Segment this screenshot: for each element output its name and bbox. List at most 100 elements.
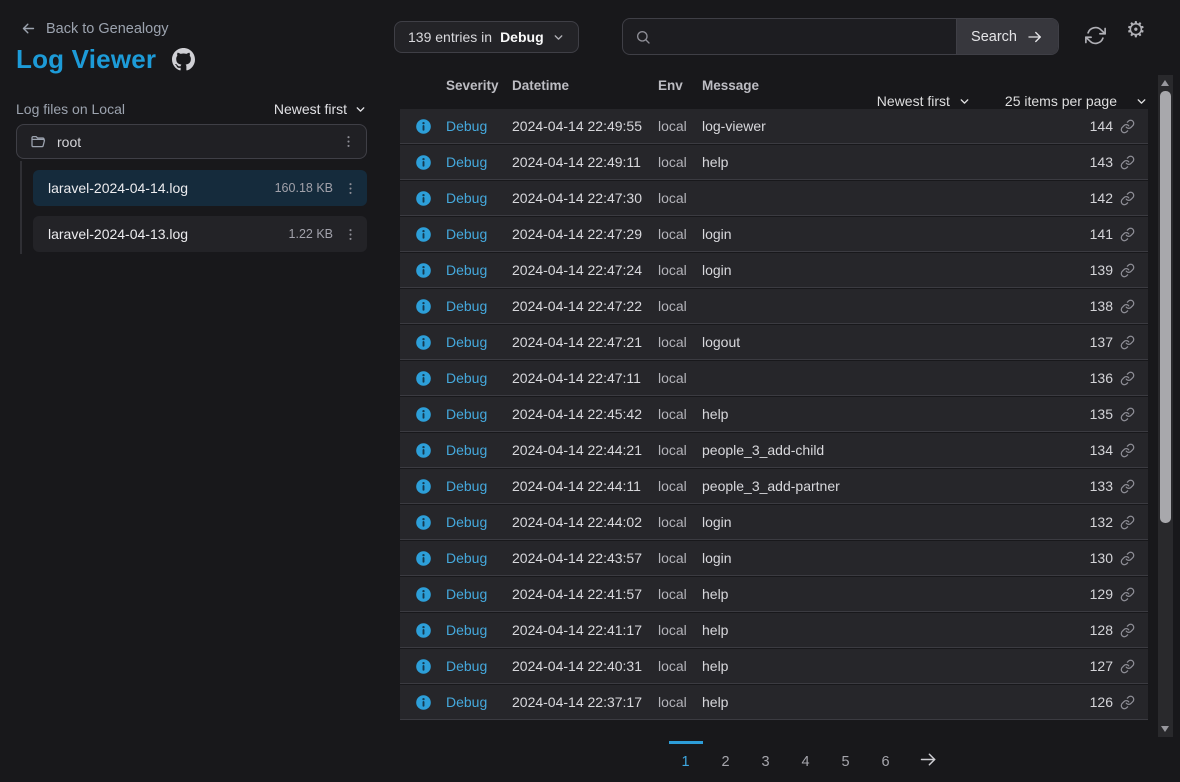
severity-label[interactable]: Debug	[446, 586, 512, 602]
log-entry-row[interactable]: Debug 2024-04-14 22:43:57 local login 13…	[400, 541, 1148, 576]
link-icon[interactable]	[1120, 371, 1148, 386]
link-icon[interactable]	[1120, 659, 1148, 674]
github-icon[interactable]	[172, 48, 195, 71]
page-button[interactable]: 3	[749, 741, 783, 770]
entry-index: 130	[1060, 550, 1120, 566]
log-entry-row[interactable]: Debug 2024-04-14 22:47:11 local 136	[400, 361, 1148, 396]
log-entry-row[interactable]: Debug 2024-04-14 22:40:31 local help 127	[400, 649, 1148, 684]
pagination: 123456	[400, 741, 1148, 770]
link-icon[interactable]	[1120, 191, 1148, 206]
link-icon[interactable]	[1120, 335, 1148, 350]
entry-env: local	[658, 694, 702, 710]
search-input[interactable]	[659, 29, 944, 45]
column-message: Message	[702, 78, 1060, 93]
entry-env: local	[658, 226, 702, 242]
log-entry-row[interactable]: Debug 2024-04-14 22:41:57 local help 129	[400, 577, 1148, 612]
vertical-scrollbar[interactable]	[1158, 75, 1173, 737]
refresh-button[interactable]	[1085, 25, 1106, 46]
log-entry-row[interactable]: Debug 2024-04-14 22:44:11 local people_3…	[400, 469, 1148, 504]
back-link[interactable]: Back to Genealogy	[20, 20, 169, 37]
severity-label[interactable]: Debug	[446, 514, 512, 530]
refresh-icon	[1085, 25, 1106, 46]
link-icon[interactable]	[1120, 587, 1148, 602]
link-icon[interactable]	[1120, 551, 1148, 566]
log-entry-row[interactable]: Debug 2024-04-14 22:47:24 local login 13…	[400, 253, 1148, 288]
entry-message: log-viewer	[702, 118, 1060, 134]
link-icon[interactable]	[1120, 515, 1148, 530]
info-icon	[400, 406, 446, 423]
info-icon	[400, 370, 446, 387]
log-entry-row[interactable]: Debug 2024-04-14 22:47:21 local logout 1…	[400, 325, 1148, 360]
info-icon	[400, 442, 446, 459]
severity-label[interactable]: Debug	[446, 226, 512, 242]
severity-label[interactable]: Debug	[446, 298, 512, 314]
log-entry-row[interactable]: Debug 2024-04-14 22:44:21 local people_3…	[400, 433, 1148, 468]
log-entry-row[interactable]: Debug 2024-04-14 22:49:55 local log-view…	[400, 109, 1148, 144]
severity-label[interactable]: Debug	[446, 118, 512, 134]
link-icon[interactable]	[1120, 479, 1148, 494]
link-icon[interactable]	[1120, 623, 1148, 638]
indent-guide	[20, 161, 22, 254]
files-sort-dropdown[interactable]: Newest first	[274, 101, 367, 117]
link-icon[interactable]	[1120, 155, 1148, 170]
log-entry-row[interactable]: Debug 2024-04-14 22:41:17 local help 128	[400, 613, 1148, 648]
folder-name: root	[57, 134, 81, 150]
settings-button[interactable]: ⚙	[1126, 20, 1146, 42]
link-icon[interactable]	[1120, 227, 1148, 242]
kebab-menu-icon[interactable]	[341, 134, 356, 149]
log-entry-row[interactable]: Debug 2024-04-14 22:37:17 local help 126	[400, 685, 1148, 720]
severity-label[interactable]: Debug	[446, 658, 512, 674]
search-button[interactable]: Search	[956, 19, 1058, 54]
link-icon[interactable]	[1120, 695, 1148, 710]
link-icon[interactable]	[1120, 407, 1148, 422]
link-icon[interactable]	[1120, 299, 1148, 314]
entries-filter-dropdown[interactable]: 139 entries in Debug	[394, 21, 579, 53]
page-button[interactable]: 2	[709, 741, 743, 770]
severity-label[interactable]: Debug	[446, 694, 512, 710]
severity-label[interactable]: Debug	[446, 550, 512, 566]
kebab-menu-icon[interactable]	[343, 227, 358, 242]
gear-icon: ⚙	[1126, 18, 1146, 43]
log-entry-row[interactable]: Debug 2024-04-14 22:44:02 local login 13…	[400, 505, 1148, 540]
severity-label[interactable]: Debug	[446, 622, 512, 638]
log-entry-row[interactable]: Debug 2024-04-14 22:49:11 local help 143	[400, 145, 1148, 180]
entry-datetime: 2024-04-14 22:41:57	[512, 586, 658, 602]
log-entry-row[interactable]: Debug 2024-04-14 22:45:42 local help 135	[400, 397, 1148, 432]
entry-datetime: 2024-04-14 22:47:11	[512, 370, 658, 386]
log-entry-row[interactable]: Debug 2024-04-14 22:47:22 local 138	[400, 289, 1148, 324]
log-entry-row[interactable]: Debug 2024-04-14 22:47:29 local login 14…	[400, 217, 1148, 252]
log-file-item[interactable]: laravel-2024-04-13.log 1.22 KB	[33, 216, 367, 252]
scrollbar-thumb[interactable]	[1160, 91, 1171, 523]
link-icon[interactable]	[1120, 263, 1148, 278]
table-sort-dropdown[interactable]: Newest first	[877, 93, 971, 109]
severity-label[interactable]: Debug	[446, 334, 512, 350]
column-severity: Severity	[446, 78, 512, 93]
next-page-button[interactable]	[918, 741, 939, 770]
severity-label[interactable]: Debug	[446, 370, 512, 386]
page-button[interactable]: 1	[669, 741, 703, 770]
entry-datetime: 2024-04-14 22:44:21	[512, 442, 658, 458]
severity-label[interactable]: Debug	[446, 154, 512, 170]
per-page-dropdown[interactable]: 25 items per page	[1005, 93, 1148, 109]
scroll-down-arrow-icon[interactable]	[1161, 726, 1169, 732]
entry-message: help	[702, 694, 1060, 710]
page-button[interactable]: 4	[789, 741, 823, 770]
entry-index: 129	[1060, 586, 1120, 602]
log-entry-row[interactable]: Debug 2024-04-14 22:47:30 local 142	[400, 181, 1148, 216]
link-icon[interactable]	[1120, 119, 1148, 134]
sidebar-folder-root[interactable]: root	[16, 124, 367, 159]
link-icon[interactable]	[1120, 443, 1148, 458]
entry-datetime: 2024-04-14 22:49:55	[512, 118, 658, 134]
scroll-up-arrow-icon[interactable]	[1161, 80, 1169, 86]
severity-label[interactable]: Debug	[446, 190, 512, 206]
kebab-menu-icon[interactable]	[343, 181, 358, 196]
severity-label[interactable]: Debug	[446, 442, 512, 458]
entry-message: people_3_add-child	[702, 442, 1060, 458]
entry-index: 141	[1060, 226, 1120, 242]
page-button[interactable]: 5	[829, 741, 863, 770]
severity-label[interactable]: Debug	[446, 406, 512, 422]
log-file-item[interactable]: laravel-2024-04-14.log 160.18 KB	[33, 170, 367, 206]
page-button[interactable]: 6	[869, 741, 903, 770]
severity-label[interactable]: Debug	[446, 478, 512, 494]
severity-label[interactable]: Debug	[446, 262, 512, 278]
